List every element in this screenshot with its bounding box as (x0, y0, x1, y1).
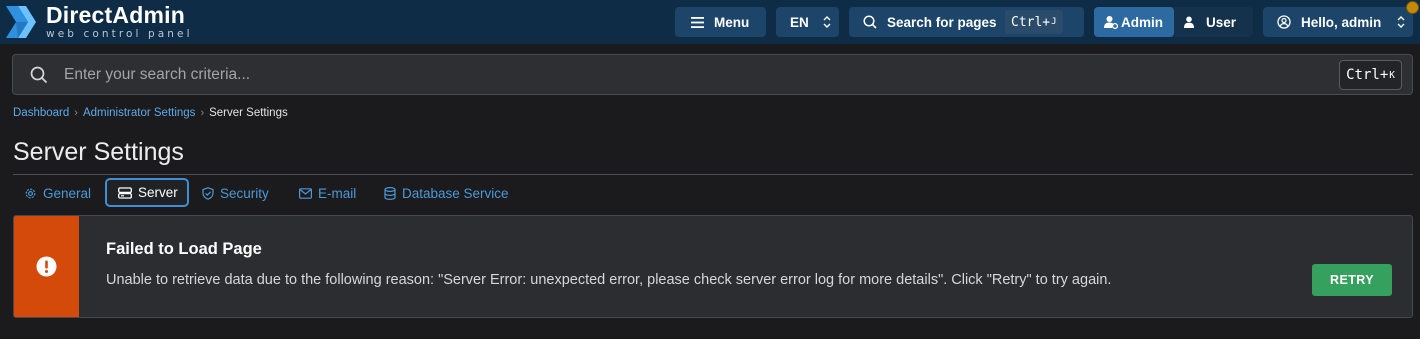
breadcrumb-dashboard[interactable]: Dashboard (13, 107, 69, 119)
envelope-icon (299, 187, 312, 199)
logo-mark-icon (4, 3, 38, 41)
top-navigation-bar: DirectAdmin web control panel Menu EN Se… (0, 0, 1420, 44)
user-circle-icon (1277, 15, 1291, 29)
chevron-right-icon: › (74, 107, 78, 119)
shortcut-key: J (1051, 17, 1057, 27)
shortcut-modifier: Ctrl+ (1346, 67, 1389, 83)
tab-general[interactable]: General (24, 180, 91, 206)
tab-email[interactable]: E-mail (299, 180, 356, 206)
user-cog-icon (1104, 16, 1118, 29)
logo-title: DirectAdmin (46, 2, 185, 29)
search-placeholder: Enter your search criteria... (64, 66, 251, 83)
menu-button-label: Menu (714, 14, 750, 30)
breadcrumb-current: Server Settings (209, 107, 288, 119)
tab-server[interactable]: Server (105, 178, 189, 207)
tab-security[interactable]: Security (202, 180, 269, 206)
error-message: Unable to retrieve data due to the follo… (106, 272, 1112, 288)
user-icon (1184, 16, 1194, 28)
shortcut-key: K (1389, 69, 1395, 81)
search-pages-button[interactable]: Search for pages Ctrl+ J (849, 7, 1084, 37)
menu-button[interactable]: Menu (675, 7, 766, 37)
search-pages-label: Search for pages (887, 14, 997, 30)
role-admin-label: Admin (1121, 14, 1163, 30)
breadcrumb-administrator-settings[interactable]: Administrator Settings (83, 107, 196, 119)
logo-subtitle: web control panel (46, 28, 193, 41)
shortcut-modifier: Ctrl+ (1011, 14, 1051, 30)
role-user-label: User (1206, 14, 1237, 30)
notification-dot[interactable] (1406, 1, 1419, 14)
tab-database-service[interactable]: Database Service (384, 180, 509, 206)
role-switcher: Admin User (1094, 7, 1253, 37)
language-select[interactable]: EN (776, 7, 839, 37)
title-divider (13, 174, 1413, 175)
chevron-updown-icon (1397, 16, 1405, 28)
alert-circle-icon (36, 256, 57, 277)
user-account-menu[interactable]: Hello, admin (1263, 7, 1413, 37)
tab-database-service-label: Database Service (402, 185, 509, 201)
role-admin-button[interactable]: Admin (1094, 7, 1174, 37)
page-title: Server Settings (13, 138, 184, 166)
database-icon (384, 186, 396, 200)
tab-email-label: E-mail (318, 185, 357, 201)
shield-icon (202, 186, 214, 200)
chevron-right-icon: › (200, 107, 205, 119)
role-user-button[interactable]: User (1174, 7, 1236, 37)
error-title: Failed to Load Page (106, 240, 262, 258)
search-pages-shortcut: Ctrl+ J (1005, 10, 1063, 34)
gear-icon (25, 188, 36, 198)
error-alert-sidebar (14, 216, 79, 317)
search-shortcut: Ctrl+ K (1339, 60, 1402, 90)
retry-button[interactable]: RETRY (1312, 264, 1392, 296)
breadcrumb: Dashboard › Administrator Settings › Ser… (13, 107, 288, 119)
server-icon (118, 186, 132, 199)
tab-general-label: General (43, 185, 92, 201)
search-input[interactable]: Enter your search criteria... Ctrl+ K (12, 54, 1413, 95)
search-icon (30, 66, 48, 84)
directadmin-logo[interactable]: DirectAdmin web control panel (4, 3, 193, 41)
language-value: EN (790, 14, 809, 30)
search-icon (863, 15, 877, 29)
hamburger-icon (691, 16, 704, 28)
tab-server-label: Server (138, 185, 178, 200)
error-alert: Failed to Load Page Unable to retrieve d… (13, 215, 1413, 318)
chevron-updown-icon (823, 16, 831, 28)
greeting-label: Hello, admin (1301, 14, 1382, 30)
tab-security-label: Security (220, 185, 269, 201)
